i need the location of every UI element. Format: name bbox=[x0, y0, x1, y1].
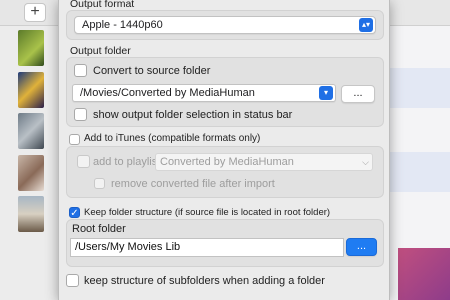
add-to-playlist-checkbox[interactable] bbox=[77, 155, 90, 168]
playlist-combo-box[interactable]: Converted by MediaHuman ⌵ bbox=[155, 153, 373, 171]
checkmark-icon: ✓ bbox=[70, 208, 79, 219]
output-format-popup[interactable]: Apple - 1440p60 ▴▾ bbox=[74, 16, 376, 34]
thumbnail[interactable] bbox=[18, 72, 44, 108]
output-folder-path-popup[interactable]: /Movies/Converted by MediaHuman ▾ bbox=[72, 84, 336, 102]
chevron-down-icon: ⌵ bbox=[362, 157, 369, 167]
thumbnail[interactable] bbox=[18, 30, 44, 66]
itunes-group: add to playlist: Converted by MediaHuman… bbox=[66, 146, 384, 198]
background-toolbar: + bbox=[0, 0, 60, 26]
chevron-down-icon: ▾ bbox=[319, 86, 333, 100]
add-to-itunes-checkbox[interactable] bbox=[69, 134, 80, 145]
remove-after-import-label: remove converted file after import bbox=[111, 178, 275, 190]
keep-subfolders-checkbox[interactable] bbox=[66, 274, 79, 287]
remove-after-import-checkbox[interactable] bbox=[94, 178, 105, 189]
output-folder-heading: Output folder bbox=[70, 45, 131, 57]
chevron-updown-icon: ▴▾ bbox=[359, 18, 373, 32]
convert-to-source-checkbox[interactable] bbox=[74, 64, 87, 77]
convert-to-source-label: Convert to source folder bbox=[93, 65, 211, 77]
output-folder-group: Convert to source folder /Movies/Convert… bbox=[66, 57, 384, 127]
list-row bbox=[388, 194, 450, 234]
browse-root-folder-button[interactable]: ... bbox=[346, 238, 377, 256]
list-row bbox=[388, 152, 450, 192]
preferences-sheet: Output format Apple - 1440p60 ▴▾ Output … bbox=[58, 0, 390, 300]
add-to-playlist-label: add to playlist: bbox=[93, 156, 164, 168]
list-row bbox=[388, 68, 450, 108]
output-format-heading: Output format bbox=[70, 0, 135, 10]
background-app-window: + bbox=[0, 0, 60, 300]
root-folder-heading: Root folder bbox=[72, 223, 126, 235]
desktop-wallpaper bbox=[398, 248, 450, 300]
output-folder-path: /Movies/Converted by MediaHuman bbox=[80, 87, 255, 99]
keep-folder-structure-label: Keep folder structure (if source file is… bbox=[84, 207, 331, 218]
thumbnail[interactable] bbox=[18, 113, 44, 149]
add-to-itunes-label: Add to iTunes (compatible formats only) bbox=[84, 133, 261, 144]
browse-output-folder-button[interactable]: ... bbox=[341, 85, 375, 103]
show-in-status-bar-checkbox[interactable] bbox=[74, 108, 87, 121]
add-file-button[interactable]: + bbox=[24, 3, 46, 22]
root-folder-path-field[interactable]: /Users/My Movies Lib bbox=[70, 238, 344, 257]
keep-folder-structure-checkbox[interactable]: ✓ bbox=[69, 207, 80, 219]
playlist-value: Converted by MediaHuman bbox=[160, 156, 294, 168]
keep-subfolders-label: keep structure of subfolders when adding… bbox=[84, 275, 325, 287]
output-format-group: Apple - 1440p60 ▴▾ bbox=[66, 10, 384, 40]
thumbnail[interactable] bbox=[18, 155, 44, 191]
thumbnail[interactable] bbox=[18, 196, 44, 232]
list-row bbox=[388, 110, 450, 150]
show-in-status-bar-label: show output folder selection in status b… bbox=[93, 109, 293, 121]
root-folder-group: Root folder /Users/My Movies Lib ... bbox=[66, 219, 384, 267]
background-titlebar bbox=[388, 0, 450, 26]
output-format-value: Apple - 1440p60 bbox=[82, 19, 163, 31]
